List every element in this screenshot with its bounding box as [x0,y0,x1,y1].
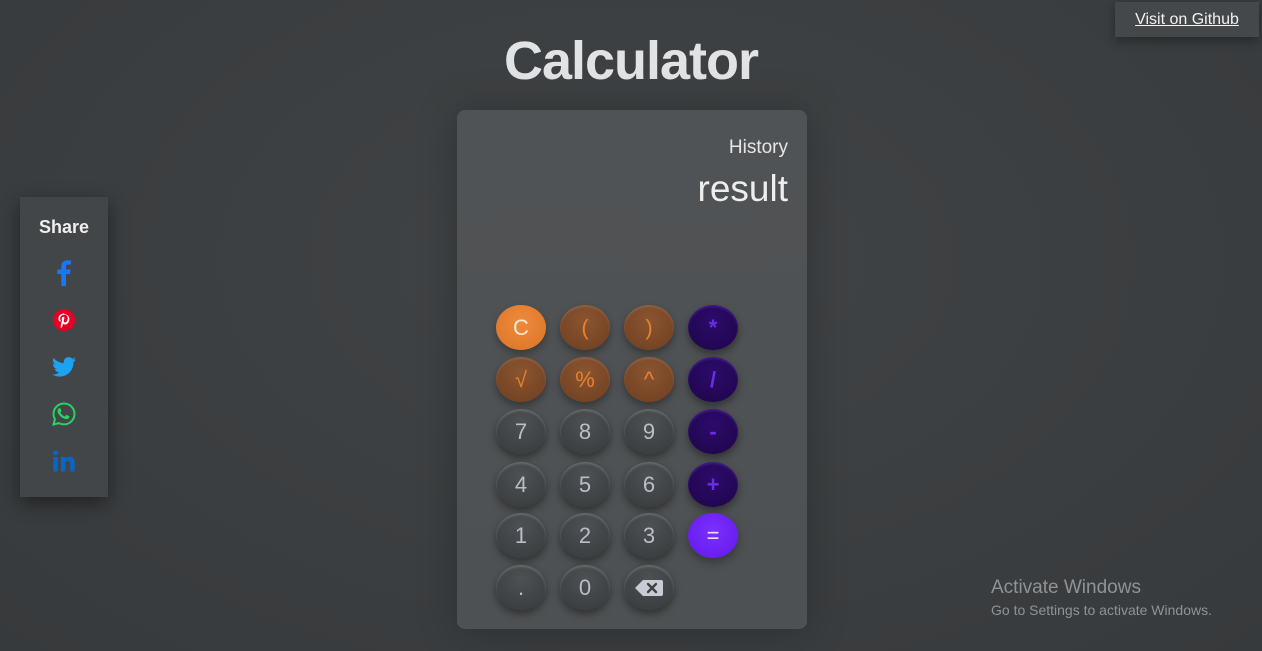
digit-0-button[interactable]: 0 [560,565,610,610]
clear-button[interactable]: C [496,305,546,350]
page-title: Calculator [503,31,759,91]
page: Calculator Visit on Github Share History… [0,0,1262,651]
backspace-icon [635,579,663,596]
twitter-icon[interactable] [51,354,77,380]
result-display: result [697,168,788,209]
digit-8-button[interactable]: 8 [560,409,610,454]
decimal-button[interactable]: . [496,565,546,610]
visit-github-link[interactable]: Visit on Github [1135,11,1239,29]
windows-activation-watermark: Activate Windows Go to Settings to activ… [991,577,1212,618]
github-banner: Visit on Github [1115,2,1259,37]
digit-1-button[interactable]: 1 [496,513,546,558]
watermark-title: Activate Windows [991,577,1141,598]
facebook-icon[interactable] [51,260,77,286]
share-title: Share [38,217,90,237]
digit-6-button[interactable]: 6 [624,462,674,507]
open-paren-button[interactable]: ( [560,305,610,350]
multiply-button[interactable]: * [688,305,738,350]
digit-3-button[interactable]: 3 [624,513,674,558]
watermark-subtitle: Go to Settings to activate Windows. [991,602,1212,618]
digit-2-button[interactable]: 2 [560,513,610,558]
linkedin-icon[interactable] [51,448,77,474]
digit-4-button[interactable]: 4 [496,462,546,507]
digit-7-button[interactable]: 7 [496,409,546,454]
divide-button[interactable]: / [688,357,738,402]
plus-button[interactable]: + [688,462,738,507]
minus-button[interactable]: - [688,409,738,454]
backspace-button[interactable] [624,565,674,610]
pinterest-icon[interactable] [51,307,77,333]
power-button[interactable]: ^ [624,357,674,402]
close-paren-button[interactable]: ) [624,305,674,350]
whatsapp-icon[interactable] [51,401,77,427]
sqrt-button[interactable]: √ [496,357,546,402]
digit-9-button[interactable]: 9 [624,409,674,454]
percent-button[interactable]: % [560,357,610,402]
digit-5-button[interactable]: 5 [560,462,610,507]
share-panel: Share [20,197,108,497]
calculator-panel: History result C ( ) * √ % ^ / 7 8 9 - 4… [457,110,807,629]
equals-button[interactable]: = [688,513,738,558]
history-button[interactable]: History [729,137,788,159]
